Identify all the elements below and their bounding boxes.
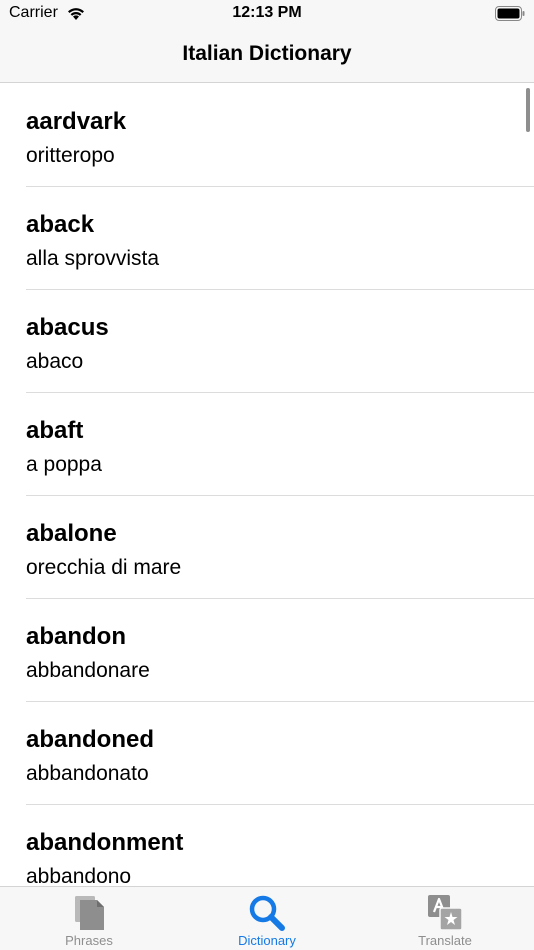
entry-word: aardvark	[26, 108, 127, 135]
entry-word: abalone	[26, 520, 117, 547]
list-item[interactable]: aback alla sprovvista	[26, 187, 534, 290]
tab-label: Phrases	[65, 933, 113, 948]
battery-icon	[495, 6, 525, 21]
list-item[interactable]: aardvark oritteropo	[26, 84, 534, 187]
tab-dictionary[interactable]: Dictionary	[178, 887, 356, 950]
entry-translation: abaco	[26, 350, 84, 373]
document-icon	[75, 896, 104, 930]
list-item[interactable]: abandoned abbandonato	[26, 702, 534, 805]
entry-word: abandoned	[26, 726, 155, 753]
entry-translation: a poppa	[26, 453, 102, 476]
tab-label: Dictionary	[238, 933, 296, 948]
tab-label: Translate	[418, 933, 472, 948]
entry-word: abandonment	[26, 829, 184, 856]
search-icon	[249, 895, 285, 931]
entry-translation: alla sprovvista	[26, 247, 160, 270]
list-item[interactable]: abalone orecchia di mare	[26, 496, 534, 599]
scroll-indicator[interactable]	[526, 88, 530, 132]
entry-translation: abbandono	[26, 865, 132, 886]
navigation-bar: Italian Dictionary	[0, 30, 534, 83]
dictionary-list[interactable]: aardvark oritteropo aback alla sprovvist…	[0, 84, 534, 886]
entry-word: aback	[26, 211, 95, 238]
list-item[interactable]: abaft a poppa	[26, 393, 534, 496]
entry-translation: abbandonato	[26, 762, 149, 785]
entry-word: abandon	[26, 623, 126, 650]
tab-translate[interactable]: Translate	[356, 887, 534, 950]
entry-word: abaft	[26, 417, 84, 444]
entry-translation: abbandonare	[26, 659, 150, 682]
entry-word: abacus	[26, 314, 109, 341]
list-item[interactable]: abacus abaco	[26, 290, 534, 393]
translate-icon	[428, 895, 463, 931]
entry-translation: oritteropo	[26, 144, 115, 167]
entry-translation: orecchia di mare	[26, 556, 182, 579]
list-item[interactable]: abandon abbandonare	[26, 599, 534, 702]
tab-bar: Phrases Dictionary Translate	[0, 886, 534, 950]
page-title: Italian Dictionary	[182, 42, 352, 65]
tab-phrases[interactable]: Phrases	[0, 887, 178, 950]
status-time: 12:13 PM	[232, 4, 302, 21]
list-item[interactable]: abandonment abbandono	[26, 805, 534, 886]
status-bar: Carrier 12:13 PM	[0, 0, 534, 30]
screen: Carrier 12:13 PM Italian Dictionary aard…	[0, 0, 534, 950]
